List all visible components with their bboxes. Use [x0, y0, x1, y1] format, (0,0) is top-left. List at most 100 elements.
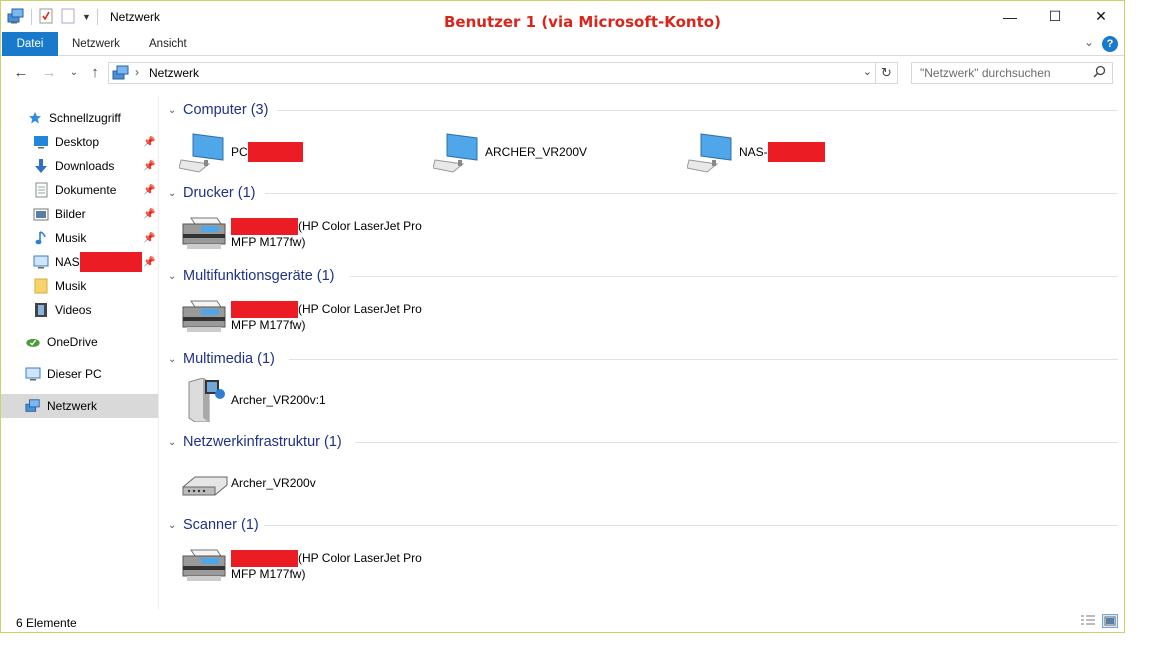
sidebar-item-label: Schnellzugriff: [49, 111, 121, 125]
network-item-pc[interactable]: PC: [178, 130, 303, 174]
computer-icon: [686, 130, 739, 174]
pin-icon[interactable]: 📌: [143, 233, 155, 244]
group-header-multifunktionsgeraete[interactable]: Multifunktionsgeräte (1): [183, 266, 335, 286]
close-button[interactable]: ✕: [1078, 1, 1124, 32]
sidebar-item-musik[interactable]: Musik 📌: [1, 226, 158, 250]
tab-netzwerk[interactable]: Netzwerk: [58, 32, 134, 56]
chevron-down-icon[interactable]: ⌄: [1084, 35, 1094, 49]
sidebar-item-musik-folder[interactable]: Musik: [1, 274, 158, 298]
sidebar-item-onedrive[interactable]: OneDrive: [1, 330, 158, 354]
collapse-group-icon[interactable]: ⌄: [168, 354, 176, 365]
collapse-group-icon[interactable]: ⌄: [168, 437, 176, 448]
mfp-item[interactable]: (HP Color LaserJet Pro MFP M177fw): [179, 295, 422, 339]
sidebar-item-downloads[interactable]: Downloads 📌: [1, 154, 158, 178]
forward-arrow-icon[interactable]: →: [39, 63, 59, 83]
network-icon: [25, 398, 41, 414]
group-divider: [264, 525, 1118, 526]
sidebar-item-dieser-pc[interactable]: Dieser PC: [1, 362, 158, 386]
sidebar-item-dokumente[interactable]: Dokumente 📌: [1, 178, 158, 202]
pin-icon[interactable]: 📌: [143, 209, 155, 220]
separator: [96, 9, 98, 25]
item-count: 6 Elemente: [16, 616, 77, 630]
customize-qat-icon[interactable]: ▼: [82, 12, 91, 22]
group-divider: [289, 359, 1118, 360]
search-input[interactable]: [912, 63, 1082, 83]
breadcrumb-netzwerk[interactable]: Netzwerk: [149, 66, 199, 80]
group-header-computer[interactable]: Computer (3): [183, 100, 268, 120]
navigation-pane: Schnellzugriff Desktop 📌 Downloads 📌 Dok…: [1, 96, 159, 609]
pin-icon[interactable]: 📌: [143, 257, 155, 268]
sidebar-item-label: Dieser PC: [47, 367, 102, 381]
document-icon: [33, 182, 49, 198]
pc-icon: [25, 366, 41, 382]
sidebar-item-schnellzugriff[interactable]: Schnellzugriff: [1, 106, 158, 130]
sidebar-item-label: Netzwerk: [47, 399, 98, 413]
back-arrow-icon[interactable]: ←: [11, 63, 31, 83]
collapse-group-icon[interactable]: ⌄: [168, 105, 176, 116]
item-label: PC: [231, 144, 248, 159]
monitor-icon: [33, 254, 49, 270]
sidebar-item-desktop[interactable]: Desktop 📌: [1, 130, 158, 154]
item-label: MFP M177fw): [231, 567, 306, 581]
network-item-archer[interactable]: ARCHER_VR200V: [432, 130, 587, 174]
help-button[interactable]: ?: [1102, 36, 1118, 52]
network-icon[interactable]: [7, 8, 25, 27]
new-folder-icon[interactable]: [60, 8, 76, 27]
printer-item[interactable]: (HP Color LaserJet Pro MFP M177fw): [179, 212, 422, 256]
large-icons-view-icon[interactable]: [1102, 614, 1118, 628]
navigation-bar: ← → ⌄ ↑ › Netzwerk ⌄ ↻: [1, 59, 1124, 87]
address-bar[interactable]: › Netzwerk ⌄ ↻: [108, 62, 898, 84]
item-label: MFP M177fw): [231, 235, 306, 249]
scanner-item[interactable]: (HP Color LaserJet Pro MFP M177fw): [179, 544, 422, 588]
item-label-group: (HP Color LaserJet Pro MFP M177fw): [231, 301, 422, 333]
video-icon: [33, 302, 49, 318]
media-item[interactable]: Archer_VR200v:1: [179, 377, 326, 423]
group-header-netzwerkinfrastruktur[interactable]: Netzwerkinfrastruktur (1): [183, 432, 342, 452]
collapse-group-icon[interactable]: ⌄: [168, 271, 176, 282]
tab-datei[interactable]: Datei: [2, 32, 58, 56]
recent-locations-icon[interactable]: ⌄: [64, 63, 84, 83]
sidebar-item-label: Musik: [55, 279, 87, 293]
pin-icon[interactable]: 📌: [143, 185, 155, 196]
tab-ansicht[interactable]: Ansicht: [135, 32, 201, 56]
item-label: NAS-: [739, 144, 768, 159]
group-divider: [350, 276, 1118, 277]
pin-icon[interactable]: 📌: [143, 161, 155, 172]
minimize-button[interactable]: —: [987, 1, 1033, 32]
search-icon[interactable]: [1093, 65, 1106, 81]
sidebar-item-netzwerk[interactable]: Netzwerk: [1, 394, 158, 418]
sidebar-item-label: Videos: [55, 303, 92, 317]
star-icon: [27, 110, 43, 126]
sidebar-item-label: OneDrive: [47, 335, 98, 349]
collapse-group-icon[interactable]: ⌄: [168, 520, 176, 531]
redaction-box: [247, 142, 303, 162]
item-label-group: (HP Color LaserJet Pro MFP M177fw): [231, 218, 422, 250]
separator: [31, 9, 32, 25]
properties-icon[interactable]: [38, 8, 54, 27]
refresh-icon[interactable]: ↻: [875, 63, 897, 83]
group-header-scanner[interactable]: Scanner (1): [183, 515, 259, 535]
item-label: (HP Color LaserJet Pro: [298, 219, 422, 233]
network-item-nas[interactable]: NAS-: [686, 130, 825, 174]
details-view-icon[interactable]: [1080, 614, 1096, 628]
sidebar-item-nas[interactable]: NAS 📌: [1, 250, 158, 274]
redaction-box: [231, 301, 298, 318]
collapse-group-icon[interactable]: ⌄: [168, 188, 176, 199]
up-arrow-icon[interactable]: ↑: [85, 63, 105, 83]
group-divider: [265, 193, 1118, 194]
sidebar-item-label: Musik: [55, 231, 87, 245]
chevron-down-icon[interactable]: ⌄: [863, 65, 872, 78]
ribbon-tabs: Datei Netzwerk Ansicht ⌄ ?: [1, 32, 1124, 56]
sidebar-item-videos[interactable]: Videos: [1, 298, 158, 322]
router-item[interactable]: Archer_VR200v: [179, 461, 316, 505]
group-header-drucker[interactable]: Drucker (1): [183, 183, 256, 203]
music-icon: [33, 230, 49, 246]
annotation-label: Benutzer 1 (via Microsoft-Konto): [444, 13, 721, 31]
pin-icon[interactable]: 📌: [143, 137, 155, 148]
breadcrumb-separator-icon[interactable]: ›: [135, 65, 139, 79]
search-box[interactable]: [911, 62, 1113, 84]
folder-icon: [33, 278, 49, 294]
maximize-button[interactable]: ☐: [1032, 1, 1078, 32]
sidebar-item-bilder[interactable]: Bilder 📌: [1, 202, 158, 226]
group-header-multimedia[interactable]: Multimedia (1): [183, 349, 275, 369]
